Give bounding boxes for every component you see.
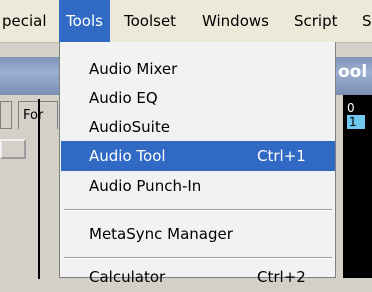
menu-script[interactable]: Script (287, 0, 345, 42)
counter-value: 0 (347, 101, 355, 115)
menu-item-audio-tool[interactable]: Audio Tool Ctrl+1 (61, 141, 335, 171)
menu-separator (64, 257, 332, 259)
menu-item-audio-eq[interactable]: Audio EQ (61, 83, 335, 113)
menu-separator (64, 209, 332, 211)
menu-item-shortcut: Ctrl+2 (257, 268, 306, 286)
counter-value-highlighted: 1 (347, 115, 365, 129)
menu-item-label: Audio Punch-In (89, 177, 202, 195)
background-tabs: For (0, 101, 60, 131)
menu-item-label: Calculator (89, 268, 166, 286)
menu-item-audiosuite[interactable]: AudioSuite (61, 112, 335, 142)
background-divider (38, 99, 40, 279)
menu-item-label: Audio Tool (89, 147, 166, 165)
menu-item-calculator[interactable]: Calculator Ctrl+2 (61, 262, 335, 292)
counter-panel: 0 1 (343, 95, 372, 278)
menu-toolset[interactable]: Toolset (117, 0, 183, 42)
background-tab-left[interactable] (0, 101, 12, 129)
menu-s-partial[interactable]: S (355, 0, 372, 42)
menu-item-label: Audio Mixer (89, 60, 178, 78)
background-title-text: ool (338, 62, 368, 82)
menu-bar: pecial Tools Toolset Windows Script S (0, 0, 372, 43)
menu-tools[interactable]: Tools (59, 0, 110, 42)
background-button[interactable] (0, 139, 26, 159)
menu-item-label: Audio EQ (89, 89, 158, 107)
menu-item-audio-punch-in[interactable]: Audio Punch-In (61, 171, 335, 201)
menu-item-audio-mixer[interactable]: Audio Mixer (61, 54, 335, 84)
menu-item-label: AudioSuite (89, 118, 170, 136)
menu-item-metasync-manager[interactable]: MetaSync Manager (61, 219, 335, 249)
menu-special[interactable]: pecial (0, 0, 54, 42)
menu-item-label: MetaSync Manager (89, 225, 233, 243)
menu-item-shortcut: Ctrl+1 (257, 147, 306, 165)
menu-windows[interactable]: Windows (195, 0, 276, 42)
tools-menu-dropdown: Audio Mixer Audio EQ AudioSuite Audio To… (59, 42, 336, 286)
